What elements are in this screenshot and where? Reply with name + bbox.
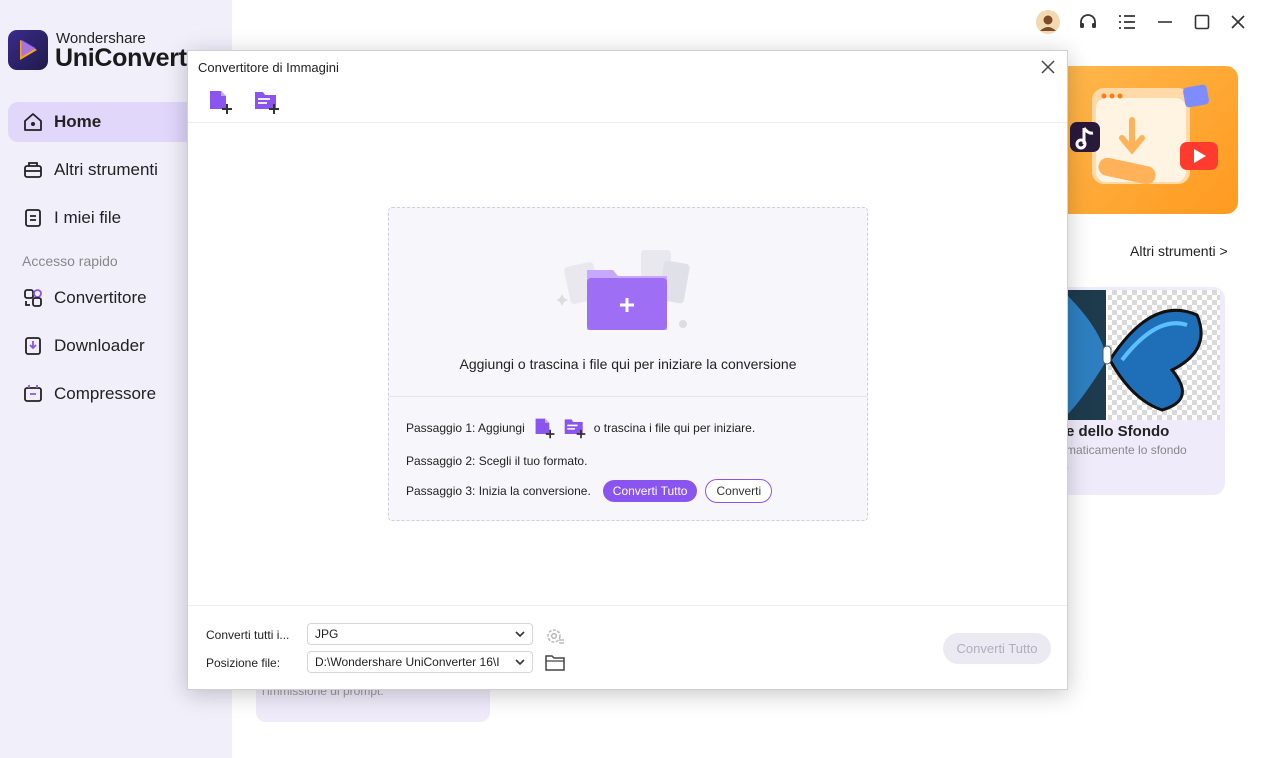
app-logo <box>8 30 48 70</box>
location-select-value: D:\Wondershare UniConverter 16\I <box>315 655 500 669</box>
toolbox-icon <box>22 159 44 181</box>
sidebar-item-label: Downloader <box>54 336 145 355</box>
sidebar-item-label: Convertitore <box>54 288 147 307</box>
sidebar-item-label: I miei file <box>54 208 122 227</box>
sidebar-item-label: Compressore <box>54 384 157 403</box>
add-folder-icon[interactable] <box>563 416 587 440</box>
home-icon <box>22 111 44 133</box>
step-2-text: Passaggio 2: Scegli il tuo formato. <box>406 454 588 468</box>
image-converter-dialog: Convertitore di Immagini Aggiungi o tras… <box>187 50 1068 690</box>
close-icon[interactable] <box>1226 10 1250 34</box>
add-file-icon[interactable] <box>533 416 557 440</box>
drop-message: Aggiungi o trascina i file qui per inizi… <box>459 356 797 372</box>
maximize-icon[interactable] <box>1190 10 1214 34</box>
card-title: e dello Sfondo <box>1066 423 1170 440</box>
format-select[interactable]: JPG <box>307 623 533 645</box>
step-3-text: Passaggio 3: Inizia la conversione. <box>406 484 591 498</box>
settings-gear-icon[interactable] <box>545 626 565 646</box>
quick-access-heading: Accesso rapido <box>22 253 118 269</box>
step-2: Passaggio 2: Scegli il tuo formato. <box>406 454 587 468</box>
downloader-banner[interactable] <box>1062 66 1238 214</box>
converter-icon <box>22 287 44 309</box>
convert-pill-button[interactable]: Converti <box>705 479 773 503</box>
butterfly-image <box>1062 290 1220 420</box>
step-1-prefix: Passaggio 1: Aggiungi <box>406 421 525 435</box>
headset-icon[interactable] <box>1076 10 1100 34</box>
step-3: Passaggio 3: Inizia la conversione. Conv… <box>406 479 773 503</box>
dialog-close-icon[interactable] <box>1039 58 1057 76</box>
chevron-down-icon <box>515 631 525 638</box>
minimize-icon[interactable] <box>1153 10 1177 34</box>
file-icon <box>22 207 44 229</box>
step-1: Passaggio 1: Aggiungi o trascina i file … <box>406 416 755 440</box>
more-tools-link[interactable]: Altri strumenti > <box>1130 243 1228 259</box>
downloader-icon <box>22 335 44 357</box>
compressor-icon <box>22 383 44 405</box>
card-description-line: maticamente lo sfondo <box>1066 443 1187 457</box>
open-folder-icon[interactable] <box>545 654 565 672</box>
format-label: Converti tutti i... <box>206 628 290 642</box>
menu-icon[interactable] <box>1115 10 1139 34</box>
avatar[interactable] <box>1036 10 1060 34</box>
add-folder-icon[interactable] <box>253 88 281 116</box>
step-1-suffix: o trascina i file qui per iniziare. <box>593 421 756 435</box>
sidebar-item-label: Home <box>54 112 102 131</box>
add-file-icon[interactable] <box>207 88 235 116</box>
format-select-value: JPG <box>315 627 339 641</box>
background-remover-card[interactable]: e dello Sfondo maticamente lo sfondo . <box>1062 287 1225 495</box>
sidebar-item-label: Altri strumenti <box>54 160 158 179</box>
convert-all-button[interactable]: Converti Tutto <box>943 633 1051 664</box>
footer-divider <box>188 605 1067 606</box>
drop-zone[interactable]: Aggiungi o trascina i file qui per inizi… <box>388 207 868 521</box>
convert-all-pill-button[interactable]: Converti Tutto <box>602 480 698 502</box>
chevron-down-icon <box>515 659 525 666</box>
location-label: Posizione file: <box>206 656 281 670</box>
card-description: maticamente lo sfondo . <box>1066 443 1225 473</box>
location-select[interactable]: D:\Wondershare UniConverter 16\I <box>307 651 533 673</box>
folder-add-illustration <box>557 250 690 330</box>
toolbar-divider <box>188 122 1067 123</box>
card-description-line: . <box>1066 458 1225 473</box>
drop-divider <box>389 396 867 397</box>
dialog-title: Convertitore di Immagini <box>198 60 339 75</box>
